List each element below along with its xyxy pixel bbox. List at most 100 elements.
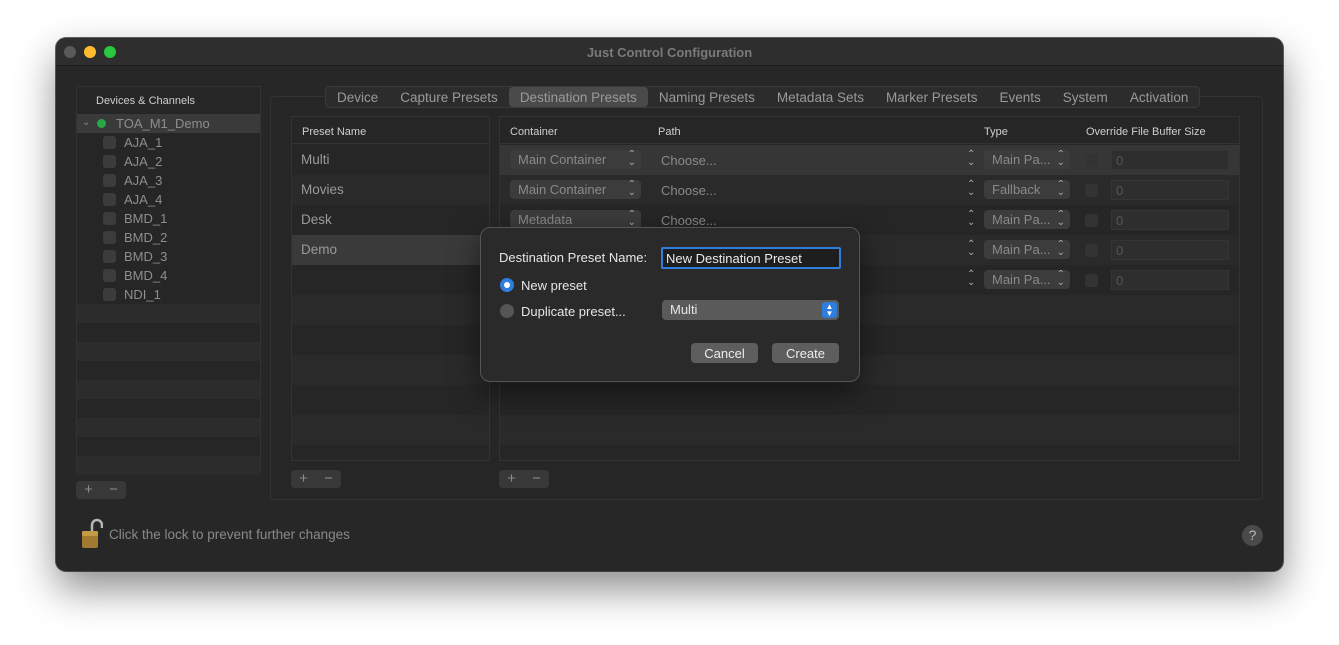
tab-system[interactable]: System xyxy=(1052,87,1119,107)
tab-device[interactable]: Device xyxy=(326,87,389,107)
table-row[interactable]: Main Container ⌃ ⌄ Choose... ⌃ ⌄ Fallback ⌃ ⌄ 0 xyxy=(500,175,1239,205)
channel-checkbox[interactable] xyxy=(103,269,116,282)
type-select[interactable]: Main Pa... ⌃ ⌄ xyxy=(984,270,1070,289)
override-buffer-checkbox[interactable] xyxy=(1085,244,1098,257)
tab-events[interactable]: Events xyxy=(989,87,1052,107)
channel-row[interactable]: AJA_2 xyxy=(77,152,260,171)
empty-row xyxy=(77,323,260,342)
container-select[interactable]: Main Container ⌃ ⌄ xyxy=(510,180,641,199)
type-value: Main Pa... xyxy=(992,272,1051,287)
help-button[interactable]: ? xyxy=(1242,525,1263,546)
channel-row[interactable]: BMD_3 xyxy=(77,247,260,266)
new-preset-radio[interactable] xyxy=(500,278,514,292)
tab-destination-presets[interactable]: Destination Presets xyxy=(508,87,648,107)
channel-checkbox[interactable] xyxy=(103,231,116,244)
devices-sidebar: Devices & Channels ⌄ TOA_M1_Demo AJA_1 AJ… xyxy=(76,86,261,475)
duplicate-source-select[interactable]: Multi ▲ ▼ xyxy=(662,300,839,320)
type-select[interactable]: Main Pa... ⌃ ⌄ xyxy=(984,210,1070,229)
empty-row xyxy=(77,399,260,418)
buffer-size-field[interactable]: 0 xyxy=(1111,270,1229,290)
tab-marker-presets[interactable]: Marker Presets xyxy=(875,87,989,107)
path-chevrons-icon[interactable]: ⌃ ⌄ xyxy=(967,240,975,258)
preset-name-input[interactable]: New Destination Preset xyxy=(661,247,841,269)
remove-destination-button[interactable]: − xyxy=(524,470,549,488)
channel-label: BMD_3 xyxy=(124,249,168,264)
channel-row[interactable]: AJA_4 xyxy=(77,190,260,209)
path-column-header: Path xyxy=(658,126,681,138)
buffer-size-field[interactable]: 0 xyxy=(1111,180,1229,200)
path-chevrons-icon[interactable]: ⌃ ⌄ xyxy=(967,270,975,288)
override-buffer-checkbox[interactable] xyxy=(1085,274,1098,287)
container-select[interactable]: Main Container ⌃ ⌄ xyxy=(510,150,641,169)
path-chooser[interactable]: Choose... xyxy=(661,213,717,228)
channel-checkbox[interactable] xyxy=(103,288,116,301)
channel-row[interactable]: AJA_1 xyxy=(77,133,260,152)
channel-checkbox[interactable] xyxy=(103,250,116,263)
container-column-header: Container xyxy=(510,126,558,138)
channel-row[interactable]: AJA_3 xyxy=(77,171,260,190)
tab-naming-presets[interactable]: Naming Presets xyxy=(648,87,766,107)
destination-add-remove: + − xyxy=(499,470,549,488)
channel-checkbox[interactable] xyxy=(103,193,116,206)
channel-row[interactable]: BMD_2 xyxy=(77,228,260,247)
channel-label: AJA_3 xyxy=(124,173,163,188)
new-preset-dialog: Destination Preset Name: New Destination… xyxy=(480,227,860,382)
path-chevrons-icon[interactable]: ⌃ ⌄ xyxy=(967,210,975,228)
create-button[interactable]: Create xyxy=(772,343,839,363)
channel-row[interactable]: NDI_1 xyxy=(77,285,260,304)
preset-name-label: Destination Preset Name: xyxy=(499,250,648,265)
add-device-button[interactable]: + xyxy=(76,481,101,499)
tab-metadata-sets[interactable]: Metadata Sets xyxy=(766,87,875,107)
override-buffer-checkbox[interactable] xyxy=(1085,214,1098,227)
type-value: Fallback xyxy=(992,182,1041,197)
duplicate-preset-label: Duplicate preset... xyxy=(521,304,626,319)
preset-name-header: Preset Name xyxy=(292,117,489,144)
buffer-size-field[interactable]: 0 xyxy=(1111,240,1229,260)
path-chooser[interactable]: Choose... xyxy=(661,153,717,168)
channel-checkbox[interactable] xyxy=(103,212,116,225)
type-select[interactable]: Main Pa... ⌃ ⌄ xyxy=(984,240,1070,259)
type-select[interactable]: Main Pa... ⌃ ⌄ xyxy=(984,150,1070,169)
channel-checkbox[interactable] xyxy=(103,155,116,168)
empty-row xyxy=(77,361,260,380)
channel-checkbox[interactable] xyxy=(103,136,116,149)
device-tree-root[interactable]: ⌄ TOA_M1_Demo xyxy=(77,114,260,133)
cancel-button[interactable]: Cancel xyxy=(691,343,758,363)
channel-checkbox[interactable] xyxy=(103,174,116,187)
channel-label: NDI_1 xyxy=(124,287,161,302)
override-buffer-checkbox[interactable] xyxy=(1085,184,1098,197)
table-row[interactable]: Main Container ⌃ ⌄ Choose... ⌃ ⌄ Main Pa... ⌃ ⌄ 0 xyxy=(500,145,1239,175)
add-destination-button[interactable]: + xyxy=(499,470,524,488)
preset-row[interactable]: Movies xyxy=(292,175,489,205)
duplicate-preset-radio[interactable] xyxy=(500,304,514,318)
select-chevrons-icon: ⌃ ⌄ xyxy=(1056,270,1065,288)
channel-label: AJA_4 xyxy=(124,192,163,207)
type-column-header: Type xyxy=(984,126,1008,138)
type-select[interactable]: Fallback ⌃ ⌄ xyxy=(984,180,1070,199)
add-preset-button[interactable]: + xyxy=(291,470,316,488)
select-chevrons-icon: ▲ ▼ xyxy=(822,302,837,318)
path-chevrons-icon[interactable]: ⌃ ⌄ xyxy=(967,150,975,168)
disclosure-chevron-icon[interactable]: ⌄ xyxy=(82,117,90,128)
title-bar: Just Control Configuration xyxy=(56,38,1283,66)
override-buffer-checkbox[interactable] xyxy=(1085,154,1098,167)
preset-row[interactable]: Multi xyxy=(292,145,489,175)
preset-list: Preset Name Multi Movies Desk Demo xyxy=(291,116,490,461)
preset-row[interactable]: Desk xyxy=(292,205,489,235)
buffer-size-field[interactable]: 0 xyxy=(1111,150,1229,170)
unlocked-padlock-icon[interactable] xyxy=(81,517,104,552)
empty-row xyxy=(77,342,260,361)
remove-preset-button[interactable]: − xyxy=(316,470,341,488)
buffer-size-field[interactable]: 0 xyxy=(1111,210,1229,230)
empty-row xyxy=(292,355,489,385)
sidebar-header: Devices & Channels xyxy=(96,95,196,107)
path-chooser[interactable]: Choose... xyxy=(661,183,717,198)
remove-device-button[interactable]: − xyxy=(101,481,126,499)
tab-capture-presets[interactable]: Capture Presets xyxy=(389,87,509,107)
channel-row[interactable]: BMD_1 xyxy=(77,209,260,228)
preset-row[interactable]: Demo xyxy=(292,235,489,265)
container-value: Metadata xyxy=(518,212,573,227)
path-chevrons-icon[interactable]: ⌃ ⌄ xyxy=(967,180,975,198)
channel-row[interactable]: BMD_4 xyxy=(77,266,260,285)
tab-activation[interactable]: Activation xyxy=(1119,87,1200,107)
